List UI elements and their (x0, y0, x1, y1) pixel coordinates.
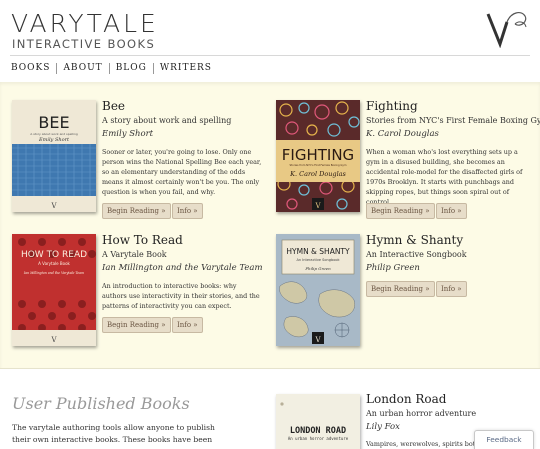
begin-reading-button[interactable]: Begin Reading » (102, 317, 171, 333)
svg-text:V: V (50, 336, 57, 344)
nav-books[interactable]: BOOKS (11, 63, 56, 74)
svg-text:V: V (314, 336, 321, 344)
book-title[interactable]: London Road (366, 392, 446, 406)
user-published-intro: The varytale authoring tools allow anyon… (12, 423, 215, 444)
book-subtitle: An Interactive Songbook (366, 250, 467, 259)
cover-subtitle: A story about work and spelling (30, 132, 78, 136)
cover-title: HYMN & SHANTY (286, 247, 350, 256)
book-author: Lily Fox (366, 422, 400, 432)
cover-author: Emily Short (38, 137, 70, 143)
book-title[interactable]: Hymn & Shanty (366, 233, 463, 247)
book-description: Sooner or later, you're going to lose. O… (102, 148, 262, 196)
cover-title: BEE (38, 113, 69, 132)
book-subtitle: A Varytale Book (102, 250, 167, 259)
book-cover-london-road[interactable]: LONDON ROAD An urban horror adventure (276, 394, 360, 449)
book-description: An introduction to interactive books: wh… (102, 282, 260, 310)
book-cover-how-to-read[interactable]: HOW TO READ A Varytale Book Ian Millingt… (12, 234, 96, 346)
nav-blog[interactable]: BLOG (108, 63, 153, 74)
begin-reading-button[interactable]: Begin Reading » (102, 203, 171, 219)
cover-title: LONDON ROAD (290, 426, 346, 436)
cover-subtitle: An urban horror adventure (288, 436, 349, 441)
main-nav: BOOKS ABOUT BLOG WRITERS (11, 63, 218, 74)
book-author: Emily Short (102, 129, 154, 139)
book-subtitle: An urban horror adventure (366, 409, 477, 418)
cover-subtitle: Stories from NYC's First Female Boxing G… (290, 163, 347, 167)
begin-reading-button[interactable]: Begin Reading » (366, 203, 435, 219)
svg-text:V: V (50, 202, 57, 210)
info-button[interactable]: Info » (172, 317, 203, 333)
info-button[interactable]: Info » (436, 281, 467, 297)
info-button[interactable]: Info » (172, 203, 203, 219)
cover-subtitle: An Interactive Songbook (296, 258, 340, 262)
cover-title: FIGHTING (282, 146, 354, 164)
feedback-tab[interactable]: Feedback (474, 430, 534, 449)
svg-text:V: V (314, 202, 321, 210)
book-cover-hymn-and-shanty[interactable]: HYMN & SHANTY An Interactive Songbook Ph… (276, 234, 360, 346)
book-cover-fighting[interactable]: FIGHTING Stories from NYC's First Female… (276, 100, 360, 212)
begin-reading-button[interactable]: Begin Reading » (366, 281, 435, 297)
cover-author: K. Carol Douglas (289, 170, 346, 178)
book-description: When a woman who's lost everything sets … (366, 148, 523, 206)
cover-title: HOW TO READ (21, 250, 87, 260)
header-divider (10, 55, 530, 56)
book-title[interactable]: How To Read (102, 233, 183, 247)
book-title[interactable]: Fighting (366, 99, 418, 113)
book-author: Ian Millington and the Varytale Team (102, 263, 263, 273)
book-author: K. Carol Douglas (366, 129, 439, 139)
brand-name[interactable]: VARYTALE (11, 9, 159, 38)
cover-author: Philip Green (304, 266, 331, 271)
nav-about[interactable]: ABOUT (56, 63, 108, 74)
book-subtitle: A story about work and spelling (102, 116, 232, 125)
cover-subtitle: A Varytale Book (38, 261, 70, 266)
user-published-heading: User Published Books (12, 394, 190, 413)
varytale-v-logo-icon[interactable] (485, 8, 531, 48)
cover-author: Ian Millington and the Varytale Team (23, 271, 84, 275)
nav-writers[interactable]: WRITERS (152, 63, 218, 74)
site-header: VARYTALE INTERACTIVE BOOKS BOOKS ABOUT B… (0, 0, 540, 82)
book-title[interactable]: Bee (102, 99, 125, 113)
book-subtitle: Stories from NYC's First Female Boxing G… (366, 116, 540, 125)
book-author: Philip Green (366, 263, 420, 273)
book-cover-bee[interactable]: BEE A story about work and spelling Emil… (12, 100, 96, 212)
brand-tagline[interactable]: INTERACTIVE BOOKS (12, 37, 155, 51)
info-button[interactable]: Info » (436, 203, 467, 219)
